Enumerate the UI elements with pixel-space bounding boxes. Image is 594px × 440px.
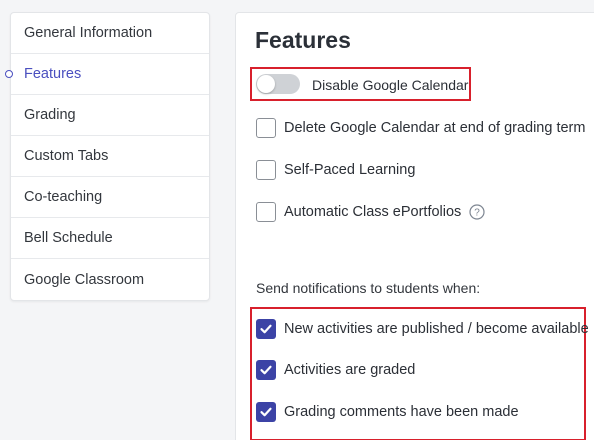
delete-calendar-checkbox[interactable] <box>256 118 276 138</box>
sidebar-item-general-information[interactable]: General Information <box>11 13 209 54</box>
sidebar-item-label: Custom Tabs <box>24 148 109 164</box>
svg-text:?: ? <box>475 208 481 219</box>
sidebar-item-co-teaching[interactable]: Co-teaching <box>11 177 209 218</box>
active-indicator-icon <box>5 70 13 78</box>
sidebar-item-label: Co-teaching <box>24 189 103 205</box>
sidebar-item-label: Bell Schedule <box>24 230 113 246</box>
option-label: Automatic Class ePortfolios <box>284 204 462 220</box>
notifications-section-label: Send notifications to students when: <box>256 280 481 296</box>
sidebar-item-custom-tabs[interactable]: Custom Tabs <box>11 136 209 177</box>
option-activities-graded: Activities are graded <box>256 360 415 380</box>
toggle-knob <box>257 75 275 93</box>
option-label: Delete Google Calendar at end of grading… <box>284 120 586 136</box>
settings-sidebar: General Information Features Grading Cus… <box>5 12 210 301</box>
page-title: Features <box>255 27 351 53</box>
sidebar-item-features[interactable]: Features <box>5 54 209 95</box>
disable-google-calendar-toggle[interactable] <box>256 74 300 94</box>
new-activities-checkbox[interactable] <box>256 319 276 339</box>
option-label: Grading comments have been made <box>284 404 519 420</box>
option-eportfolios: Automatic Class ePortfolios ? <box>256 202 485 222</box>
sidebar-item-label: Grading <box>24 107 76 123</box>
activities-graded-checkbox[interactable] <box>256 360 276 380</box>
self-paced-checkbox[interactable] <box>256 160 276 180</box>
sidebar-item-label: Google Classroom <box>24 271 145 288</box>
eportfolios-checkbox[interactable] <box>256 202 276 222</box>
option-label: Self-Paced Learning <box>284 162 416 178</box>
toggle-label: Disable Google Calendar <box>312 77 469 93</box>
option-label: Activities are graded <box>284 362 416 378</box>
checkmark-icon <box>260 324 272 334</box>
option-new-activities: New activities are published / become av… <box>256 319 589 339</box>
calendar-toggle-highlight: Disable Google Calendar <box>250 67 471 101</box>
sidebar-item-bell-schedule[interactable]: Bell Schedule <box>11 218 209 259</box>
sidebar-item-label: Features <box>24 66 82 82</box>
question-circle-icon[interactable]: ? <box>469 204 485 220</box>
sidebar-item-label: General Information <box>24 25 153 41</box>
grading-comments-checkbox[interactable] <box>256 402 276 422</box>
features-panel: Features Disable Google Calendar Delete … <box>235 12 594 440</box>
checkmark-icon <box>260 365 272 375</box>
option-label: New activities are published / become av… <box>284 321 589 337</box>
sidebar-item-grading[interactable]: Grading <box>11 95 209 136</box>
sidebar-item-google-classroom[interactable]: Google Classroom <box>11 259 209 300</box>
option-delete-calendar: Delete Google Calendar at end of grading… <box>256 118 585 138</box>
checkmark-icon <box>260 407 272 417</box>
option-self-paced: Self-Paced Learning <box>256 160 415 180</box>
option-grading-comments: Grading comments have been made <box>256 402 519 422</box>
